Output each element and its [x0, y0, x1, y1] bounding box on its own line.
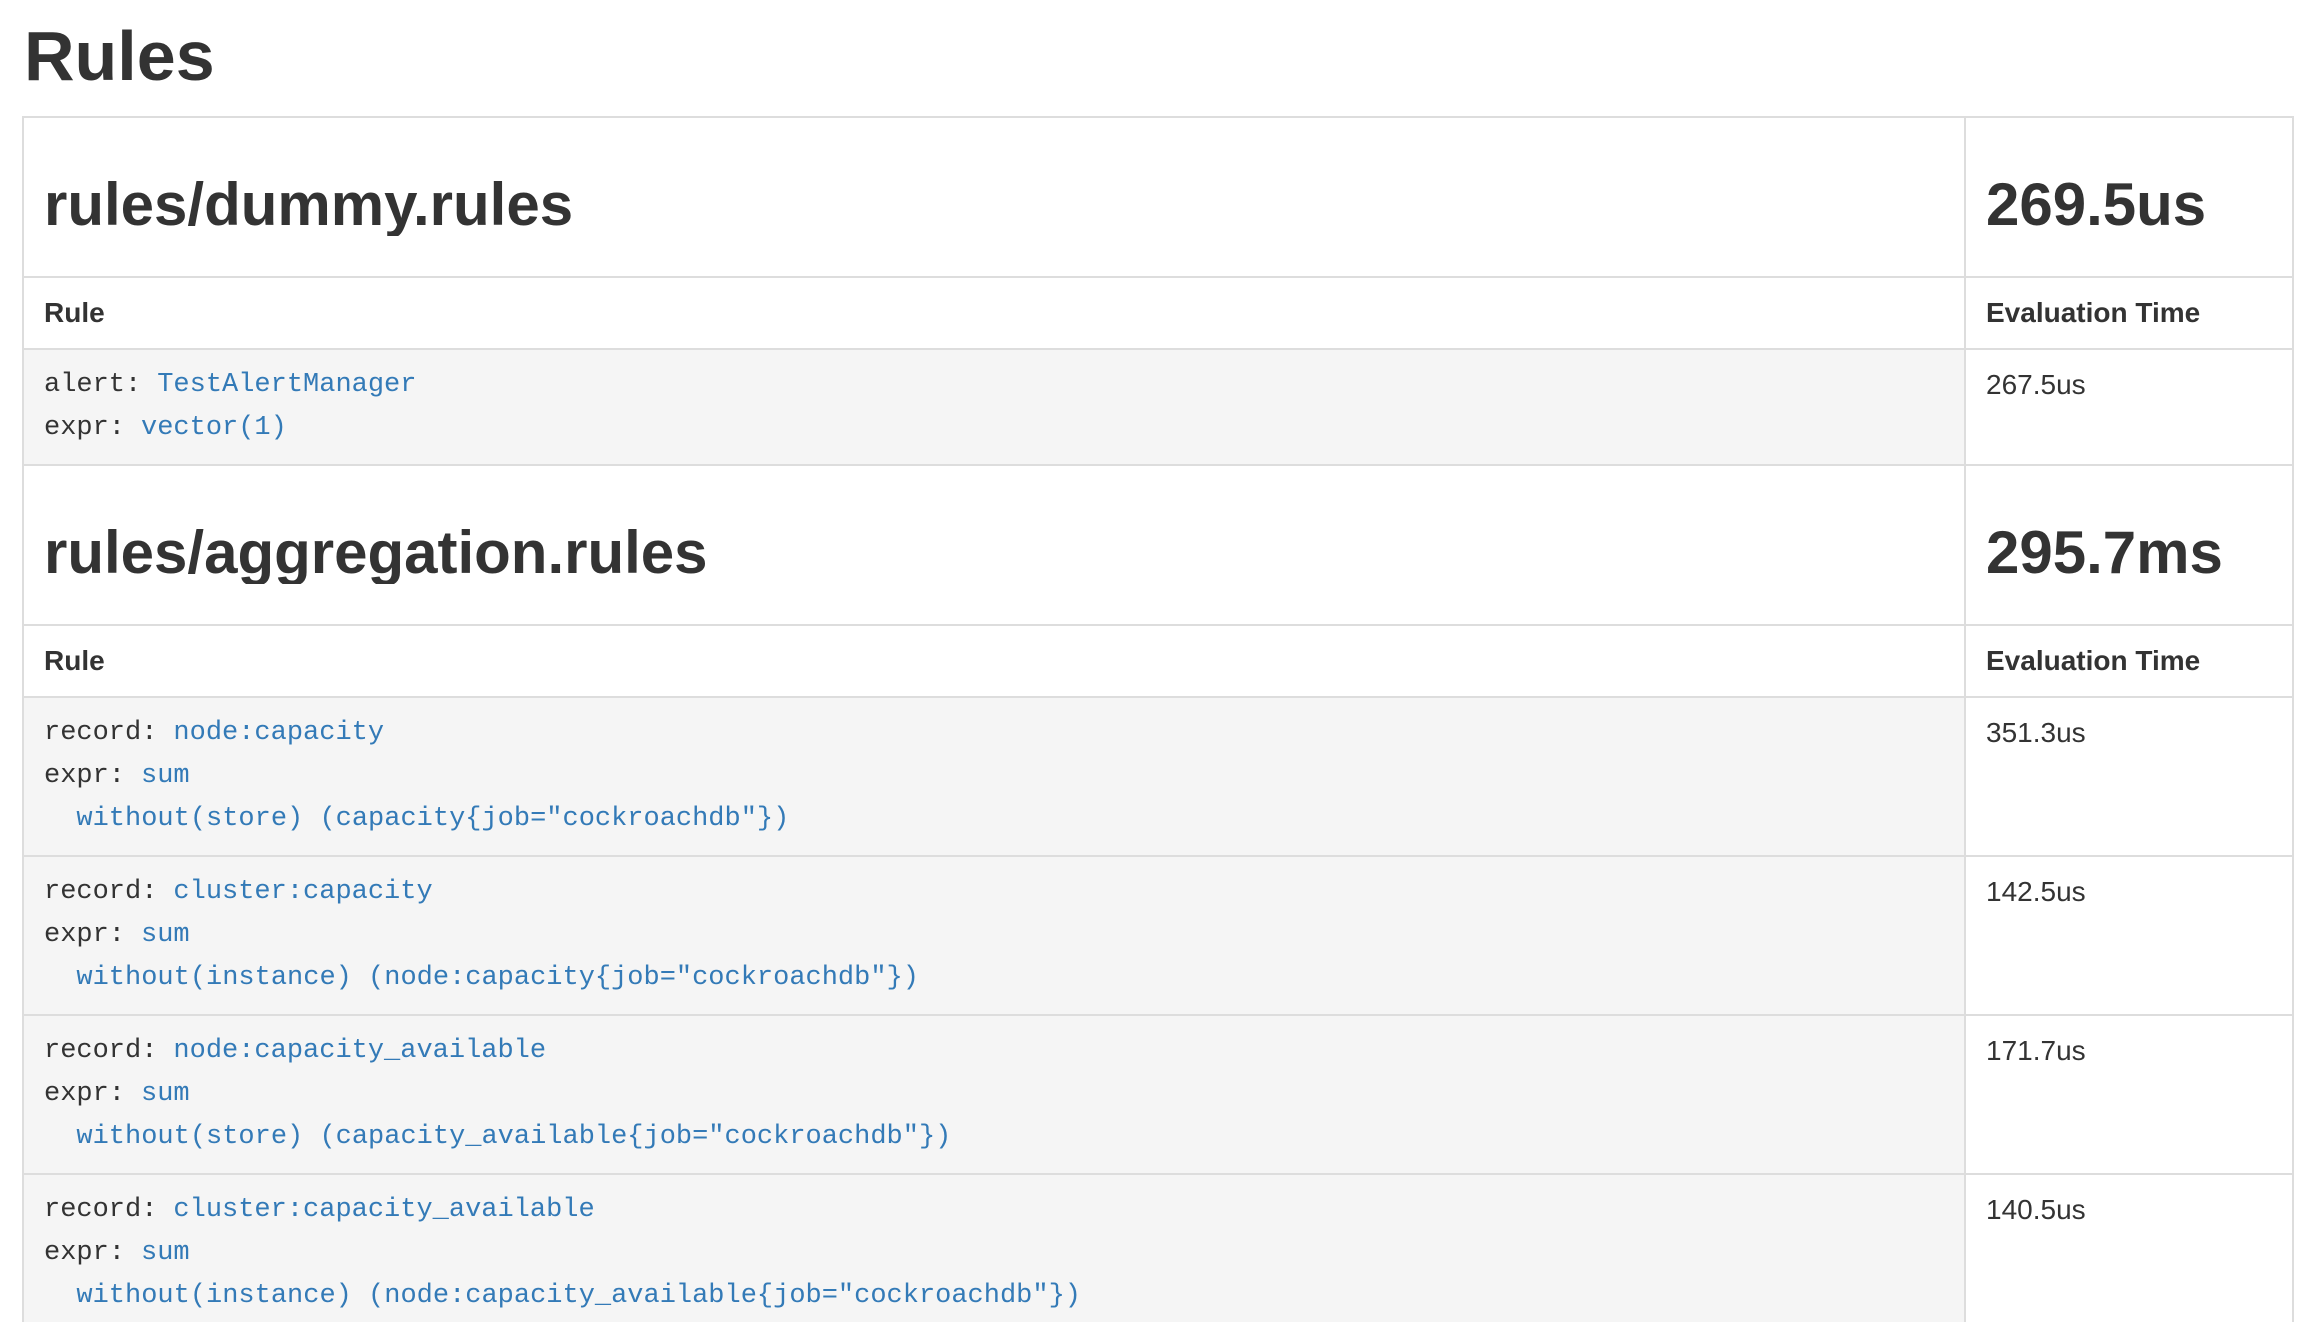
- rule-name-label: record:: [44, 877, 157, 907]
- column-header-row: Rule Evaluation Time: [23, 625, 2293, 697]
- rule-row: record: cluster:capacity_available expr:s…: [23, 1174, 2293, 1322]
- rule-expr-line: expr:sum without(store) (capacity_availa…: [44, 1073, 1944, 1159]
- eval-column-header: Evaluation Time: [1965, 277, 2293, 349]
- column-header-row: Rule Evaluation Time: [23, 277, 2293, 349]
- rule-expr-line: expr:sum without(store) (capacity{job="c…: [44, 755, 1944, 841]
- rule-expr-link[interactable]: vector(1): [141, 413, 287, 443]
- rules-page: Rules rules/dummy.rules 269.5us Rule Eva…: [0, 0, 2316, 1322]
- rules-table: rules/dummy.rules 269.5us Rule Evaluatio…: [22, 116, 2294, 1322]
- rule-column-header: Rule: [23, 277, 1965, 349]
- rule-expr-label: expr:: [44, 761, 125, 791]
- eval-time-value: 171.7us: [1965, 1015, 2293, 1174]
- eval-column-header: Evaluation Time: [1965, 625, 2293, 697]
- rule-name-line: record: node:capacity_available: [44, 1030, 1944, 1073]
- rule-cell: record: cluster:capacity expr:sum without…: [23, 856, 1965, 1015]
- rule-expr-label: expr:: [44, 1079, 125, 1109]
- rule-name-link[interactable]: node:capacity_available: [173, 1036, 546, 1066]
- group-header-row: rules/dummy.rules 269.5us: [23, 117, 2293, 277]
- group-eval-total: 269.5us: [1986, 174, 2272, 236]
- rule-code: record: node:capacity_available expr:sum …: [44, 1030, 1944, 1159]
- rule-expr-link[interactable]: sum without(instance) (node:capacity{job…: [44, 920, 919, 993]
- rule-name-link[interactable]: cluster:capacity_available: [173, 1195, 594, 1225]
- rule-cell: record: node:capacity expr:sum without(st…: [23, 697, 1965, 856]
- page-title: Rules: [24, 18, 2294, 94]
- rule-expr-line: expr:sum without(instance) (node:capacit…: [44, 1232, 1944, 1318]
- rule-name-line: alert: TestAlertManager: [44, 364, 1944, 407]
- rule-row: record: node:capacity_available expr:sum …: [23, 1015, 2293, 1174]
- rule-expr-label: expr:: [44, 920, 125, 950]
- group-header-row: rules/aggregation.rules 295.7ms: [23, 465, 2293, 625]
- rule-row: record: cluster:capacity expr:sum without…: [23, 856, 2293, 1015]
- rule-name-line: record: node:capacity: [44, 712, 1944, 755]
- rule-name-line: record: cluster:capacity_available: [44, 1189, 1944, 1232]
- group-file-cell: rules/dummy.rules: [23, 117, 1965, 277]
- rule-row: record: node:capacity expr:sum without(st…: [23, 697, 2293, 856]
- rule-expr-link[interactable]: sum without(store) (capacity_available{j…: [44, 1079, 951, 1152]
- rule-name-line: record: cluster:capacity: [44, 871, 1944, 914]
- group-file-title: rules/aggregation.rules: [44, 522, 1944, 584]
- rule-name-label: alert:: [44, 370, 141, 400]
- rule-code: record: node:capacity expr:sum without(st…: [44, 712, 1944, 841]
- rule-expr-line: expr:sum without(instance) (node:capacit…: [44, 914, 1944, 1000]
- rule-name-label: record:: [44, 1195, 157, 1225]
- rule-name-link[interactable]: node:capacity: [173, 718, 384, 748]
- rule-cell: record: cluster:capacity_available expr:s…: [23, 1174, 1965, 1322]
- rule-code: alert: TestAlertManager expr: vector(1): [44, 364, 1944, 450]
- rule-expr-label: expr:: [44, 1238, 125, 1268]
- group-file-cell: rules/aggregation.rules: [23, 465, 1965, 625]
- rule-expr-label: expr:: [44, 413, 125, 443]
- eval-time-value: 351.3us: [1965, 697, 2293, 856]
- eval-time-value: 267.5us: [1965, 349, 2293, 465]
- eval-time-value: 140.5us: [1965, 1174, 2293, 1322]
- rule-column-header: Rule: [23, 625, 1965, 697]
- group-eval-total-cell: 295.7ms: [1965, 465, 2293, 625]
- rule-expr-link[interactable]: sum without(instance) (node:capacity_ava…: [44, 1238, 1081, 1311]
- group-eval-total: 295.7ms: [1986, 522, 2272, 584]
- rule-name-label: record:: [44, 718, 157, 748]
- rule-name-link[interactable]: TestAlertManager: [157, 370, 416, 400]
- rule-row: alert: TestAlertManager expr: vector(1) 26…: [23, 349, 2293, 465]
- rule-cell: record: node:capacity_available expr:sum …: [23, 1015, 1965, 1174]
- group-file-title: rules/dummy.rules: [44, 174, 1944, 236]
- rule-name-link[interactable]: cluster:capacity: [173, 877, 432, 907]
- rule-expr-line: expr: vector(1): [44, 407, 1944, 450]
- eval-time-value: 142.5us: [1965, 856, 2293, 1015]
- rule-expr-link[interactable]: sum without(store) (capacity{job="cockro…: [44, 761, 789, 834]
- rule-name-label: record:: [44, 1036, 157, 1066]
- rule-cell: alert: TestAlertManager expr: vector(1): [23, 349, 1965, 465]
- group-eval-total-cell: 269.5us: [1965, 117, 2293, 277]
- rule-code: record: cluster:capacity_available expr:s…: [44, 1189, 1944, 1318]
- rule-code: record: cluster:capacity expr:sum without…: [44, 871, 1944, 1000]
